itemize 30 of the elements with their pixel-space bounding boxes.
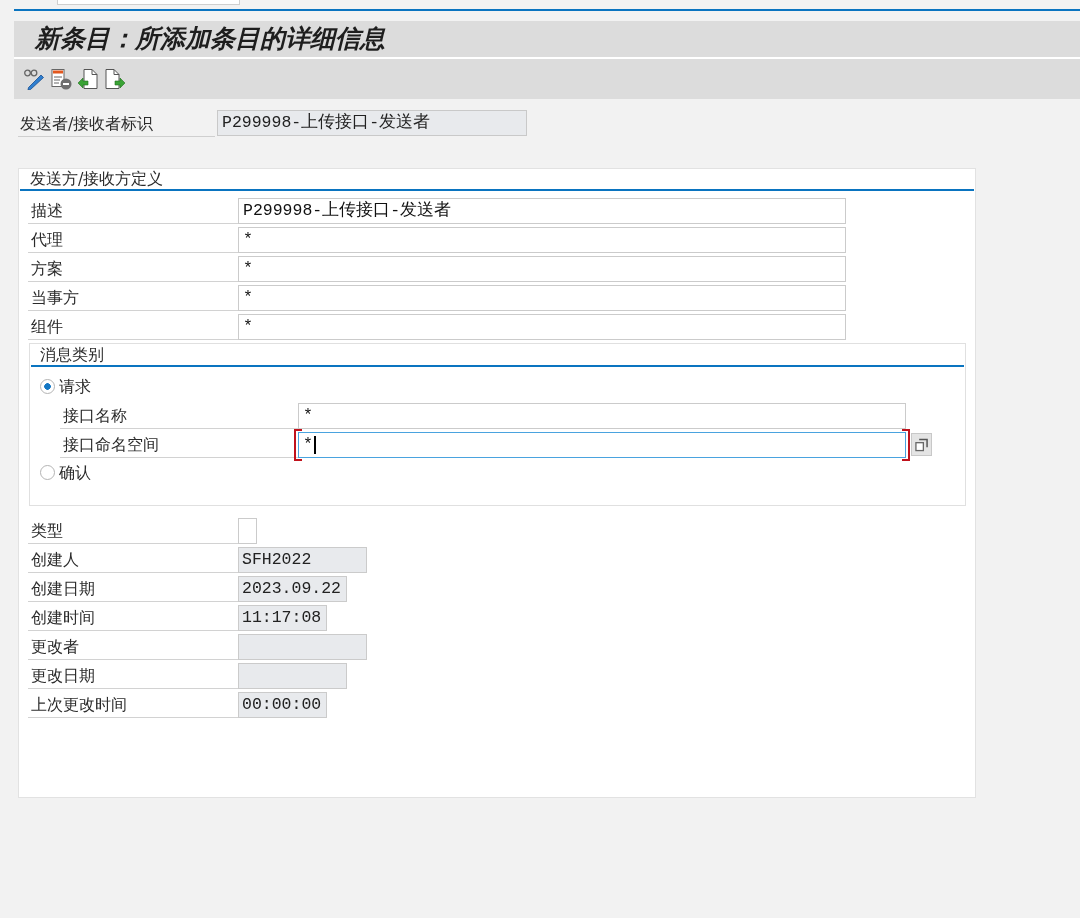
- read-only-field: SFH2022: [238, 547, 367, 573]
- value-help-button[interactable]: [911, 433, 932, 456]
- input-field[interactable]: *: [238, 227, 846, 253]
- document-left-arrow-icon[interactable]: [77, 68, 99, 90]
- radio-label: 确认: [59, 464, 91, 481]
- field-label: 接口命名空间: [60, 432, 298, 458]
- field-label: 发送者/接收者标识: [18, 110, 215, 137]
- radio-button[interactable]: [40, 465, 55, 480]
- radio-label: 请求: [59, 378, 91, 395]
- group-title: 发送方/接收方定义: [20, 169, 974, 191]
- input-field[interactable]: *: [298, 403, 906, 429]
- read-only-field: 11:17:08: [238, 605, 327, 631]
- input-field[interactable]: P299998-上传接口-发送者: [238, 198, 846, 224]
- input-field[interactable]: *: [238, 285, 846, 311]
- overlapping-squares-icon: [915, 437, 928, 452]
- read-only-field: 2023.09.22: [238, 576, 347, 602]
- identifier-field: P299998-上传接口-发送者: [217, 110, 527, 136]
- document-right-arrow-icon[interactable]: [104, 68, 126, 90]
- input-field[interactable]: *: [238, 256, 846, 282]
- radio-button[interactable]: [40, 379, 55, 394]
- input-field[interactable]: [238, 518, 257, 544]
- list-minus-icon[interactable]: [50, 68, 72, 90]
- input-field[interactable]: *: [238, 314, 846, 340]
- read-only-field: 00:00:00: [238, 692, 327, 718]
- field-label: 接口名称: [60, 403, 298, 429]
- text-cursor-icon: [313, 436, 316, 454]
- page-title: 新条目：所添加条目的详细信息: [35, 24, 385, 54]
- glasses-pencil-icon[interactable]: [23, 68, 45, 90]
- group-title: 消息类别: [31, 344, 964, 367]
- command-field[interactable]: [57, 0, 240, 5]
